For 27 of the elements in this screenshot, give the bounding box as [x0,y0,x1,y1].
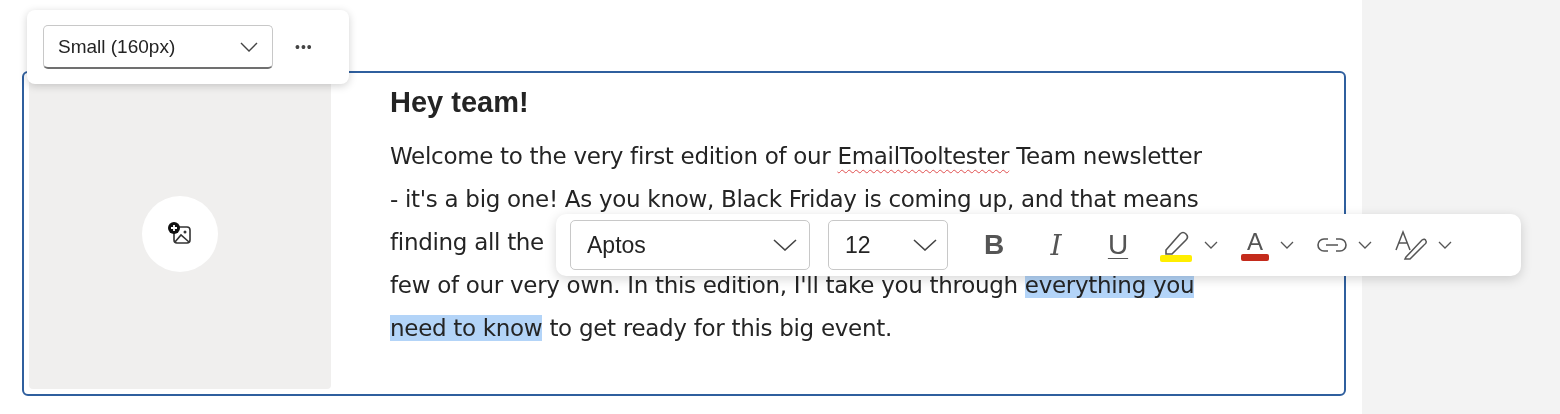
body-text: - it's a big one! As you know, Black Friday is coming up, and that means [390,186,1199,212]
underline-button[interactable]: U [1096,229,1140,261]
chevron-down-icon[interactable] [1280,241,1294,249]
chevron-down-icon[interactable] [1438,241,1452,249]
italic-button[interactable]: I [1034,228,1078,262]
body-text: few of our very own. In this edition, I'll take you through [390,272,1019,298]
font-dropdown[interactable]: Aptos [570,220,810,270]
font-size-dropdown[interactable]: 12 [828,220,948,270]
chevron-down-icon[interactable] [1204,241,1218,249]
misspelled-word: EmailTooltester [837,143,1010,169]
selected-text: need to know [390,315,543,341]
chevron-down-icon[interactable] [1358,241,1372,249]
body-text: to get ready for this big event. [548,315,892,341]
body-text: finding all the [390,229,544,255]
link-icon[interactable] [1316,236,1348,254]
more-options-button[interactable]: ••• [291,39,317,55]
body-text: Welcome to the very first edition of our [390,143,832,169]
body-text: Team newsletter [1015,143,1202,169]
size-dropdown[interactable]: Small (160px) [43,25,273,69]
bold-button[interactable]: B [972,229,1016,261]
chevron-down-icon [240,41,258,52]
newsletter-heading: Hey team! [390,86,529,119]
chevron-down-icon [773,239,797,251]
text-styles-icon[interactable] [1394,230,1428,260]
chevron-down-icon [913,239,937,251]
add-image-icon [167,220,193,247]
font-color-button[interactable]: A [1247,229,1263,254]
